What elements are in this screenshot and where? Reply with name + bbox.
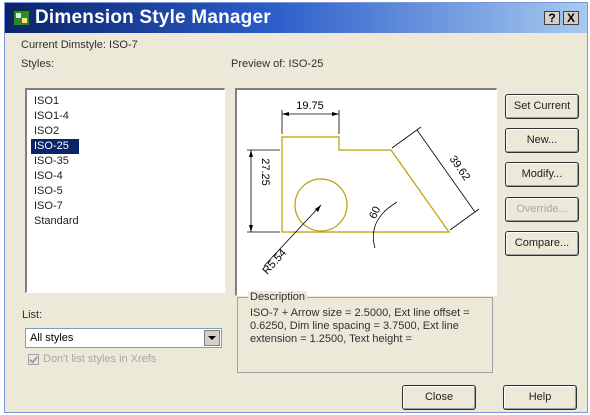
list-filter-select[interactable]: All styles (25, 328, 222, 348)
help-button[interactable]: Help (503, 385, 577, 410)
left-dim-text: 27.25 (259, 158, 271, 186)
description-group: Description ISO-7 + Arrow size = 2.5000,… (237, 291, 493, 373)
dont-list-xrefs-checkbox[interactable] (28, 354, 39, 365)
list-filter-value: All styles (30, 332, 74, 344)
window-title: Dimension Style Manager (35, 7, 271, 28)
preview-panel: 19.75 27.25 39.62 60 R5.54 (235, 88, 497, 296)
top-dim-arrow-right (332, 112, 339, 116)
right-dim-text: 39.62 (447, 154, 473, 183)
style-item-iso-25[interactable]: ISO-25 (31, 139, 79, 154)
style-item-iso-4[interactable]: ISO-4 (31, 169, 79, 184)
top-dim-arrow-left (282, 112, 289, 116)
dimension-style-app-icon (13, 10, 30, 26)
left-dim-arrow-top (249, 150, 253, 157)
styles-label: Styles: (21, 58, 55, 70)
compare-button[interactable]: Compare... (505, 231, 579, 256)
close-titlebar-button[interactable]: X (563, 11, 579, 25)
style-item-iso1[interactable]: ISO1 (31, 94, 79, 109)
dimension-style-manager-dialog: Dimension Style Manager ? X Current Dims… (4, 2, 588, 413)
style-item-iso-35[interactable]: ISO-35 (31, 154, 79, 169)
new-button[interactable]: New... (505, 128, 579, 153)
top-dim-text: 19.75 (296, 100, 324, 112)
angle-dim-text: 60 (367, 205, 383, 221)
override-button[interactable]: Override... (505, 197, 579, 222)
chevron-down-icon[interactable] (204, 330, 220, 346)
preview-label: Preview of: ISO-25 (231, 58, 324, 70)
set-current-button[interactable]: Set Current (505, 94, 579, 119)
style-item-iso-7[interactable]: ISO-7 (31, 199, 79, 214)
description-label: Description (248, 291, 308, 303)
style-item-iso1-4[interactable]: ISO1-4 (31, 109, 79, 124)
dont-list-xrefs-label: Don't list styles in Xrefs (43, 353, 157, 365)
style-item-standard[interactable]: Standard (31, 214, 79, 229)
help-titlebar-button[interactable]: ? (544, 11, 560, 25)
close-button[interactable]: Close (402, 385, 476, 410)
dimension-preview-drawing: 19.75 27.25 39.62 60 R5.54 (247, 100, 480, 277)
modify-button[interactable]: Modify... (505, 162, 579, 187)
current-dimstyle-label: Current Dimstyle: ISO-7 (21, 39, 138, 51)
part-outline (281, 136, 451, 233)
description-text: ISO-7 + Arrow size = 2.5000, Ext line of… (250, 307, 470, 345)
right-ext-line-top (391, 126, 422, 149)
left-dim-arrow-bottom (249, 225, 253, 232)
style-item-iso-5[interactable]: ISO-5 (31, 184, 79, 199)
list-label: List: (22, 309, 43, 321)
radius-dim-text: R5.54 (260, 247, 289, 277)
style-item-iso2[interactable]: ISO2 (31, 124, 79, 139)
title-bar[interactable]: Dimension Style Manager ? X (5, 3, 587, 33)
styles-listbox[interactable]: ISO1 ISO1-4 ISO2 ISO-25 ISO-35 ISO-4 ISO… (25, 88, 225, 293)
